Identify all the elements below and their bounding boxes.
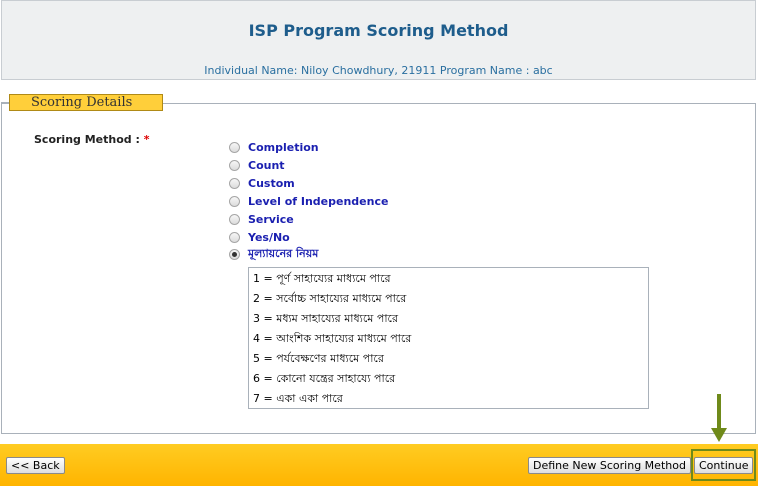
option-label[interactable]: Service — [248, 213, 294, 226]
option-custom[interactable]: Custom — [229, 174, 295, 192]
radio-button-selected[interactable] — [229, 248, 240, 260]
radio-button[interactable] — [229, 141, 240, 153]
back-button[interactable]: << Back — [6, 457, 65, 474]
scale-item: 5 = পর্যবেক্ষণের মাধ্যমে পারে — [253, 352, 384, 365]
option-label[interactable]: Count — [248, 159, 285, 172]
annotation-arrow-head — [711, 428, 727, 442]
radio-button[interactable] — [229, 159, 240, 171]
option-label[interactable]: Level of Independence — [248, 195, 388, 208]
option-label[interactable]: Yes/No — [248, 231, 290, 244]
scoring-method-label: Scoring Method : * — [34, 133, 149, 146]
option-yes-no[interactable]: Yes/No — [229, 228, 290, 246]
option-completion[interactable]: Completion — [229, 138, 319, 156]
radio-button[interactable] — [229, 213, 240, 225]
radio-button[interactable] — [229, 177, 240, 189]
radio-button[interactable] — [229, 231, 240, 243]
scale-item: 3 = মধ্যম সাহায্যের মাধ্যমে পারে — [253, 312, 399, 325]
scoring-method-label-text: Scoring Method : — [34, 133, 144, 146]
annotation-arrow-shaft — [717, 394, 721, 430]
scale-item: 1 = পূর্ণ সাহায্যের মাধ্যমে পারে — [253, 272, 391, 285]
page-header: ISP Program Scoring Method Individual Na… — [1, 0, 756, 80]
continue-highlight-box — [691, 449, 756, 481]
scale-item: 4 = আংশিক সাহায্যের মাধ্যমে পারে — [253, 332, 412, 345]
radio-button[interactable] — [229, 195, 240, 207]
section-legend: Scoring Details — [9, 94, 163, 111]
option-label[interactable]: মূল্যায়নের নিয়ম — [248, 245, 318, 264]
individual-program-info: Individual Name: Niloy Chowdhury, 21911 … — [204, 64, 553, 77]
define-new-scoring-method-button[interactable]: Define New Scoring Method — [528, 457, 691, 474]
page-title: ISP Program Scoring Method — [248, 21, 509, 40]
option-label[interactable]: Custom — [248, 177, 295, 190]
option-service[interactable]: Service — [229, 210, 294, 228]
option-level-of-independence[interactable]: Level of Independence — [229, 192, 388, 210]
scale-item: 6 = কোনো যন্ত্রের সাহায্যে পারে — [253, 372, 396, 385]
scale-item: 2 = সর্বোচ্চ সাহায্যের মাধ্যমে পারে — [253, 292, 407, 305]
scoring-scale-list: 1 = পূর্ণ সাহায্যের মাধ্যমে পারে 2 = সর্… — [248, 267, 649, 409]
option-count[interactable]: Count — [229, 156, 285, 174]
required-marker: * — [143, 133, 150, 146]
option-bangla-scoring-rule[interactable]: মূল্যায়নের নিয়ম — [229, 245, 318, 263]
option-label[interactable]: Completion — [248, 141, 319, 154]
scale-item: 7 = একা একা পারে — [253, 392, 343, 405]
